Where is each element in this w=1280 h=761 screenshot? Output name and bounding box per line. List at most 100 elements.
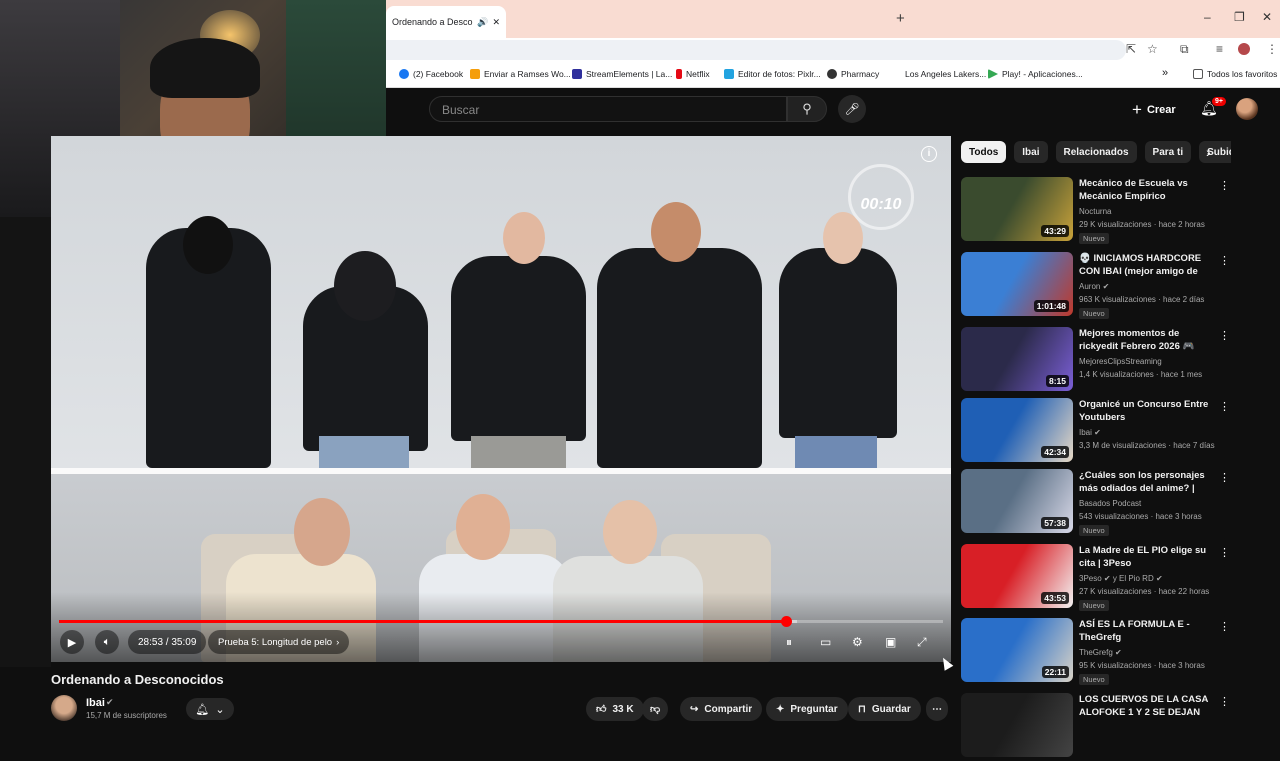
bookmark-item[interactable]: Los Angeles Lakers...: [891, 69, 986, 79]
recommended-video[interactable]: 1:01:48 💀 INICIAMOS HARDCORE CON IBAI (me…: [961, 252, 1261, 320]
video-thumbnail[interactable]: 43:53: [961, 544, 1073, 608]
minimize-button[interactable]: –: [1204, 10, 1211, 24]
theater-mode-icon[interactable]: ▣: [885, 635, 896, 649]
profile-avatar[interactable]: [1238, 43, 1250, 55]
new-tab-button[interactable]: +: [896, 10, 905, 27]
chip-ibai[interactable]: Ibai: [1014, 141, 1048, 163]
pharmacy-icon: [827, 69, 837, 79]
browser-menu-icon[interactable]: ⋮: [1266, 42, 1278, 56]
bookmark-item[interactable]: Enviar a Ramses Wo...: [470, 69, 571, 79]
recommended-channel-name[interactable]: Basados Podcast: [1079, 499, 1141, 508]
bookmark-item[interactable]: StreamElements | La...: [572, 69, 672, 79]
dislike-button[interactable]: 👎︎: [642, 697, 669, 721]
recommended-video-title[interactable]: Mejores momentos de rickyedit Febrero 20…: [1079, 327, 1219, 353]
amazon-icon: [470, 69, 480, 79]
tab-close-icon[interactable]: ✕: [492, 17, 500, 28]
recommended-channel-name[interactable]: Auron ✔: [1079, 282, 1109, 291]
video-person-legs: [795, 436, 877, 468]
recommended-video[interactable]: 22:11 ASÍ ES LA FORMULA E - TheGrefg TheGr…: [961, 618, 1261, 686]
bookmarks-overflow-button[interactable]: »: [1162, 67, 1168, 79]
search-input[interactable]: Buscar: [429, 96, 787, 122]
speaker-icon[interactable]: 🔊: [477, 17, 488, 28]
more-vertical-icon[interactable]: ⋮: [1219, 329, 1230, 342]
more-vertical-icon[interactable]: ⋮: [1219, 471, 1230, 484]
account-avatar[interactable]: [1236, 98, 1258, 120]
maximize-button[interactable]: ❐: [1234, 10, 1245, 24]
subtitles-icon[interactable]: ▭: [820, 635, 831, 649]
recommended-video[interactable]: 8:15 Mejores momentos de rickyedit Febrer…: [961, 327, 1261, 395]
recommended-video[interactable]: 42:34 Organicé un Concurso Entre Youtuber…: [961, 398, 1261, 466]
more-vertical-icon[interactable]: ⋮: [1219, 254, 1230, 267]
bookmark-item[interactable]: (2) Facebook: [399, 69, 463, 79]
media-control-icon[interactable]: ≡: [1216, 42, 1223, 56]
progress-scrubber-handle[interactable]: [780, 616, 792, 627]
recommended-video[interactable]: LOS CUERVOS DE LA CASA ALOFOKE 1 Y 2 SE …: [961, 693, 1261, 761]
video-thumbnail[interactable]: [961, 693, 1073, 757]
address-bar[interactable]: [386, 40, 1126, 60]
video-thumbnail[interactable]: 57:38: [961, 469, 1073, 533]
save-button[interactable]: ⊓ Guardar: [848, 697, 921, 721]
chip-para-ti[interactable]: Para ti: [1144, 141, 1192, 163]
bookmark-star-icon[interactable]: ☆: [1147, 42, 1158, 56]
extensions-icon[interactable]: ⧉: [1180, 42, 1189, 57]
recommended-channel-name[interactable]: TheGrefg ✔: [1079, 648, 1122, 657]
recommended-channel-name[interactable]: Nocturna: [1079, 207, 1111, 216]
browser-tab-active[interactable]: Ordenando a Desconocidos 🔊 ✕: [386, 6, 506, 38]
subscription-bell-button[interactable]: 🔔︎ ⌄: [186, 698, 234, 720]
settings-gear-icon[interactable]: ⚙: [852, 635, 863, 649]
video-thumbnail[interactable]: 22:11: [961, 618, 1073, 682]
search-button[interactable]: ⚲: [787, 96, 827, 122]
channel-avatar[interactable]: [51, 695, 77, 721]
recommended-video-title[interactable]: ¿Cuáles son los personajes más odiados d…: [1079, 469, 1219, 496]
autoplay-toggle-icon[interactable]: ⏸: [786, 635, 792, 650]
recommended-video-title[interactable]: LOS CUERVOS DE LA CASA ALOFOKE 1 Y 2 SE …: [1079, 693, 1219, 720]
recommended-video[interactable]: 43:53 La Madre de EL PIO elige su cita | …: [961, 544, 1261, 612]
bookmark-item[interactable]: Play! - Aplicaciones...: [988, 69, 1083, 79]
progress-bar[interactable]: [59, 616, 943, 627]
chevron-right-icon[interactable]: ›: [1206, 144, 1211, 160]
recommended-channel-name[interactable]: MejoresClipsStreaming: [1079, 357, 1162, 366]
fullscreen-icon[interactable]: ⤢: [917, 635, 927, 650]
recommended-video-title[interactable]: La Madre de EL PIO elige su cita | 3Peso: [1079, 544, 1219, 570]
mute-button[interactable]: 🔈︎: [95, 630, 119, 654]
recommended-channel-name[interactable]: Ibai ✔: [1079, 428, 1101, 437]
recommended-video-title[interactable]: 💀 INICIAMOS HARDCORE CON IBAI (mejor ami…: [1079, 252, 1219, 279]
bookmark-item[interactable]: Netflix: [676, 69, 710, 79]
video-player[interactable]: 00:10 i ▶ 🔈︎ 28:53 / 35:09 Prueba 5: Lon…: [51, 136, 951, 662]
more-actions-button[interactable]: ⋯: [926, 697, 948, 721]
play-button[interactable]: ▶: [60, 630, 84, 654]
related-filter-chips: Todos Ibai Relacionados Para ti Subidos: [961, 141, 1231, 165]
create-button[interactable]: + Crear: [1132, 100, 1176, 120]
chip-todos[interactable]: Todos: [961, 141, 1007, 163]
chapter-button[interactable]: Prueba 5: Longitud de pelo ›: [208, 630, 350, 654]
recommended-video-title[interactable]: ASÍ ES LA FORMULA E - TheGrefg: [1079, 618, 1219, 644]
recommended-channel-name[interactable]: 3Peso ✔ y El Pio RD ✔: [1079, 574, 1163, 583]
channel-name[interactable]: Ibai: [86, 697, 105, 709]
video-thumbnail[interactable]: 1:01:48: [961, 252, 1073, 316]
video-thumbnail[interactable]: 43:29: [961, 177, 1073, 241]
more-vertical-icon[interactable]: ⋮: [1219, 546, 1230, 559]
cast-icon[interactable]: ⇱: [1126, 42, 1136, 56]
all-bookmarks-folder[interactable]: Todos los favoritos: [1193, 69, 1277, 79]
voice-search-button[interactable]: 🎤︎: [838, 95, 866, 123]
recommended-video[interactable]: 57:38 ¿Cuáles son los personajes más odia…: [961, 469, 1261, 537]
ask-button[interactable]: ✦ Preguntar: [766, 697, 848, 721]
more-vertical-icon[interactable]: ⋮: [1219, 400, 1230, 413]
recommended-video[interactable]: 43:29 Mecánico de Escuela vs Mecánico Emp…: [961, 177, 1261, 245]
info-icon[interactable]: i: [921, 146, 937, 162]
share-button[interactable]: ↪ Compartir: [680, 697, 763, 721]
recommended-video-title[interactable]: Mecánico de Escuela vs Mecánico Empírico: [1079, 177, 1219, 203]
more-vertical-icon[interactable]: ⋮: [1219, 620, 1230, 633]
bookmark-item[interactable]: Pharmacy: [827, 69, 879, 79]
more-vertical-icon[interactable]: ⋮: [1219, 695, 1230, 708]
more-vertical-icon[interactable]: ⋮: [1219, 179, 1230, 192]
recommended-video-title[interactable]: Organicé un Concurso Entre Youtubers: [1079, 398, 1219, 424]
like-button[interactable]: 👍︎ 33 K: [586, 697, 644, 721]
video-thumbnail[interactable]: 8:15: [961, 327, 1073, 391]
bookmark-label: Enviar a Ramses Wo...: [484, 69, 571, 79]
chip-relacionados[interactable]: Relacionados: [1055, 141, 1137, 163]
bookmark-item[interactable]: Editor de fotos: Pixlr...: [724, 69, 821, 79]
chip-subidos[interactable]: Subidos: [1199, 141, 1231, 163]
video-thumbnail[interactable]: 42:34: [961, 398, 1073, 462]
close-window-button[interactable]: ✕: [1262, 10, 1272, 24]
